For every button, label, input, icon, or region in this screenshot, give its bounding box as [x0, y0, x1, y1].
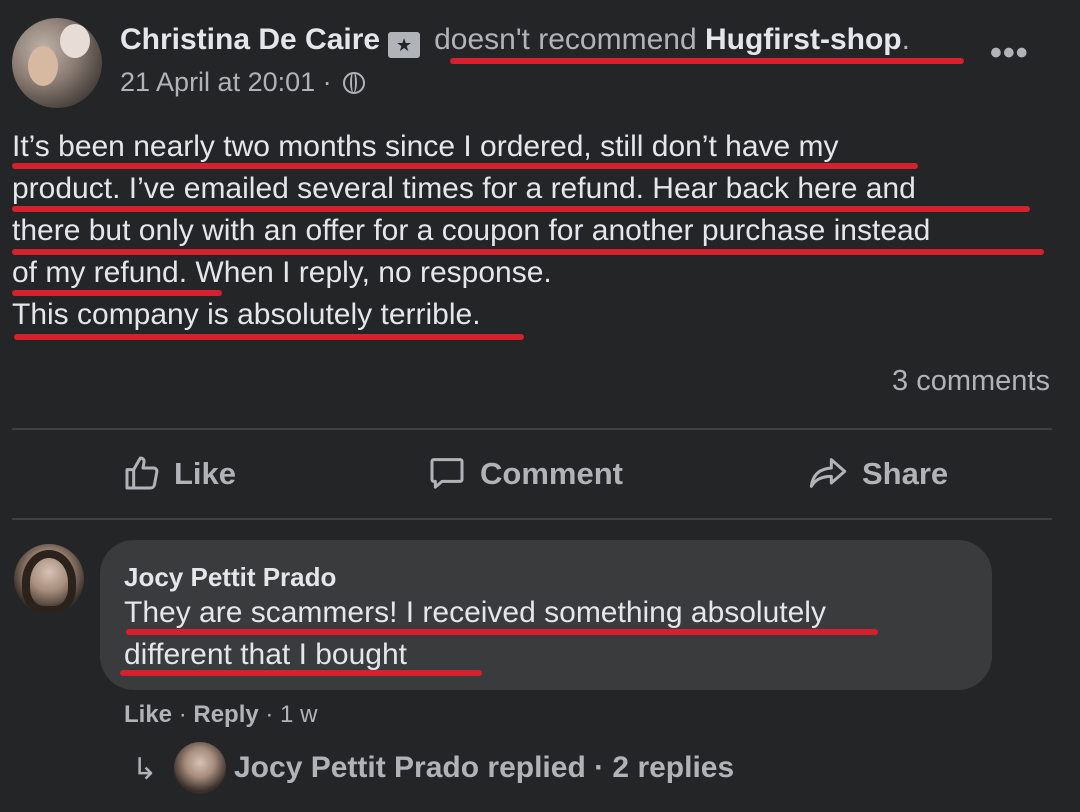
speech-bubble-icon	[430, 457, 464, 489]
annotation-underline	[14, 334, 524, 340]
comment-button[interactable]: Comment	[426, 452, 623, 496]
author-name[interactable]: Christina De Caire	[120, 23, 380, 56]
separator: ·	[172, 701, 194, 728]
annotation-underline	[120, 670, 482, 676]
view-replies-link[interactable]: Jocy Pettit Prado replied · 2 replies	[234, 748, 734, 788]
comment-text-line: They are scammers! I received something …	[124, 596, 826, 629]
comment-age[interactable]: 1 w	[280, 701, 317, 728]
annotation-underline	[12, 249, 1044, 255]
star-icon: ★	[388, 32, 421, 58]
thumbs-up-icon	[125, 456, 159, 490]
commenter-avatar[interactable]	[14, 544, 84, 614]
annotation-underline	[12, 163, 918, 169]
divider	[12, 518, 1052, 520]
divider	[12, 428, 1052, 430]
avatar-face	[60, 24, 90, 58]
avatar-hair	[22, 550, 76, 614]
share-button[interactable]: Share	[806, 452, 948, 496]
comment-count[interactable]: 3 comments	[892, 362, 1050, 400]
separator: ·	[258, 701, 281, 728]
share-arrow-icon	[809, 457, 847, 488]
page-name-link[interactable]: Hugfirst-shop	[705, 23, 902, 56]
annotation-underline	[126, 629, 878, 635]
post-text-line: This company is absolutely terrible.	[12, 298, 481, 331]
globe-icon	[343, 72, 366, 94]
avatar-face	[28, 46, 58, 86]
page-suffix: .	[901, 23, 910, 56]
replier-avatar	[174, 742, 226, 794]
like-label: Like	[174, 456, 237, 491]
post-text-line: of my refund. When I reply, no response.	[12, 256, 552, 289]
annotation-underline	[12, 206, 1030, 212]
post-meta: 21 April at 20:01 ·	[120, 64, 366, 100]
review-post: Christina De Caire ★ doesn't recommend Hug…	[0, 0, 1080, 812]
like-button[interactable]: Like	[122, 452, 236, 496]
post-text-line: It’s been nearly two months since I orde…	[12, 130, 839, 163]
share-label: Share	[862, 456, 949, 491]
comment-label: Comment	[480, 456, 623, 491]
annotation-underline	[12, 290, 222, 296]
commenter-name[interactable]: Jocy Pettit Prado	[124, 560, 336, 594]
post-body: It’s been nearly two months since I orde…	[12, 126, 1062, 336]
author-avatar[interactable]	[12, 18, 102, 108]
recommend-status: doesn't recommend	[434, 23, 697, 56]
post-text-line: there but only with an offer for a coupo…	[12, 214, 931, 247]
annotation-underline	[450, 58, 964, 64]
comment-reply-link[interactable]: Reply	[193, 701, 258, 728]
reply-arrow-icon: ↳	[132, 753, 158, 786]
comment-meta: Like · Reply · 1 w	[124, 700, 317, 730]
post-header: Christina De Caire ★ doesn't recommend Hug…	[120, 20, 910, 60]
comment-like-link[interactable]: Like	[124, 701, 172, 728]
post-text-line: product. I’ve emailed several times for …	[12, 172, 916, 205]
post-timestamp[interactable]: 21 April at 20:01 ·	[120, 67, 332, 97]
more-options-icon[interactable]: •••	[990, 36, 1029, 70]
